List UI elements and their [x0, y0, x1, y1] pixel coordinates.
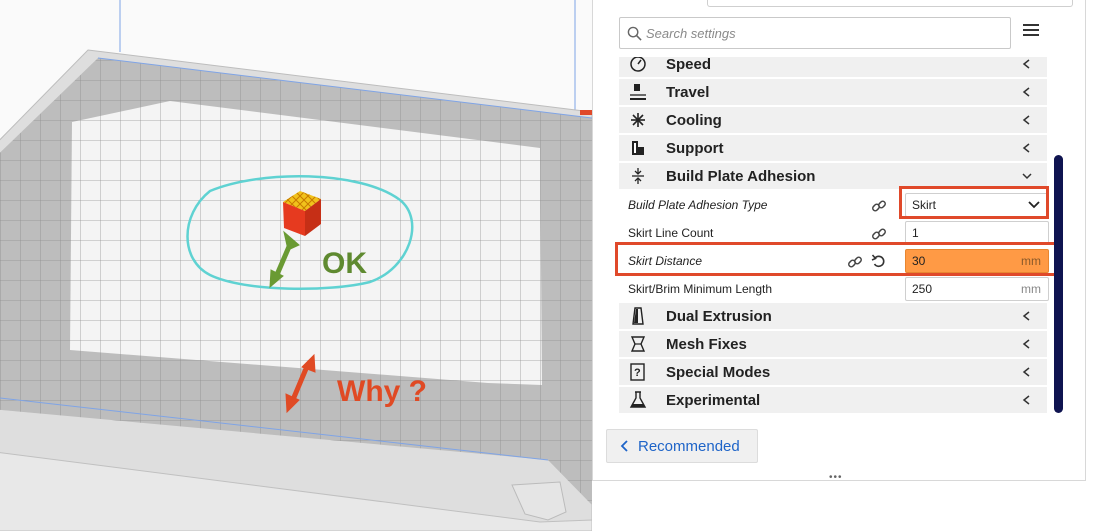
callout-skirt-distance — [615, 242, 1060, 276]
category-label: Support — [666, 139, 724, 157]
ok-annotation: OK — [322, 247, 367, 280]
category-label: Experimental — [666, 391, 761, 409]
category-cooling[interactable]: Cooling — [619, 107, 1047, 133]
3d-viewport[interactable]: OK Why ? — [0, 0, 592, 531]
recommended-button[interactable]: Recommended — [606, 429, 758, 463]
category-label: Dual Extrusion — [666, 307, 772, 325]
build-plate-scene[interactable] — [0, 0, 592, 531]
search-box[interactable] — [619, 17, 1011, 49]
fan-icon — [627, 110, 649, 130]
support-icon — [627, 138, 649, 158]
why-annotation: Why ? — [337, 375, 427, 408]
category-dual-extrusion[interactable]: Dual Extrusion — [619, 303, 1047, 329]
travel-icon — [627, 82, 649, 102]
settings-list[interactable]: Speed Travel Cooling Support Build Plate… — [619, 57, 1049, 415]
chevron-left-icon — [1022, 59, 1030, 69]
category-support[interactable]: Support — [619, 135, 1047, 161]
special-modes-icon: ? — [627, 362, 649, 382]
category-special-modes[interactable]: ? Special Modes — [619, 359, 1047, 385]
chevron-left-icon — [1022, 395, 1030, 405]
mesh-fixes-icon — [627, 334, 649, 354]
print-settings-panel: Speed Travel Cooling Support — [592, 0, 1086, 483]
setting-label: Skirt/Brim Minimum Length — [628, 282, 773, 296]
setting-skirt-brim-minimum-length: Skirt/Brim Minimum Length 250 mm — [619, 275, 1049, 303]
link-icon[interactable] — [871, 198, 887, 214]
settings-scrollbar[interactable] — [1054, 155, 1063, 413]
adhesion-icon — [627, 166, 649, 186]
experimental-icon — [627, 390, 649, 410]
unit-label: mm — [1021, 282, 1041, 296]
chevron-left-icon — [1022, 143, 1030, 153]
chevron-left-icon — [1022, 311, 1030, 321]
category-label: Cooling — [666, 111, 722, 129]
category-label: Travel — [666, 83, 710, 101]
chevron-left-icon — [620, 440, 628, 452]
chevron-down-icon — [1022, 173, 1032, 180]
chevron-left-icon — [1022, 87, 1030, 97]
settings-menu-button[interactable] — [1023, 24, 1039, 40]
search-icon — [627, 26, 642, 41]
category-label: Special Modes — [666, 363, 771, 381]
callout-adhesion-type — [899, 186, 1049, 219]
hamburger-icon — [1023, 24, 1039, 36]
category-speed[interactable]: Speed — [619, 57, 1047, 77]
speed-icon — [627, 57, 649, 74]
recommended-label: Recommended — [638, 437, 740, 455]
category-experimental[interactable]: Experimental — [619, 387, 1047, 413]
search-input[interactable] — [644, 18, 1008, 48]
dual-extrusion-icon — [627, 306, 649, 326]
chevron-left-icon — [1022, 339, 1030, 349]
chevron-left-icon — [1022, 115, 1030, 125]
edge-marker — [580, 110, 592, 115]
link-icon[interactable] — [871, 226, 887, 242]
category-label: Build Plate Adhesion — [666, 167, 816, 185]
skirt-min-length-input[interactable]: 250 mm — [905, 277, 1049, 301]
category-label: Mesh Fixes — [666, 335, 747, 353]
category-mesh-fixes[interactable]: Mesh Fixes — [619, 331, 1047, 357]
setting-label: Build Plate Adhesion Type — [628, 198, 768, 212]
setting-label: Skirt Line Count — [628, 226, 714, 240]
chevron-left-icon — [1022, 367, 1030, 377]
category-label: Speed — [666, 57, 712, 73]
svg-text:?: ? — [634, 367, 641, 379]
field-value: 250 — [912, 282, 933, 296]
resize-handle[interactable]: ••• — [829, 472, 843, 483]
category-travel[interactable]: Travel — [619, 79, 1047, 105]
profile-selector[interactable] — [707, 0, 1073, 7]
field-value: 1 — [912, 226, 919, 240]
